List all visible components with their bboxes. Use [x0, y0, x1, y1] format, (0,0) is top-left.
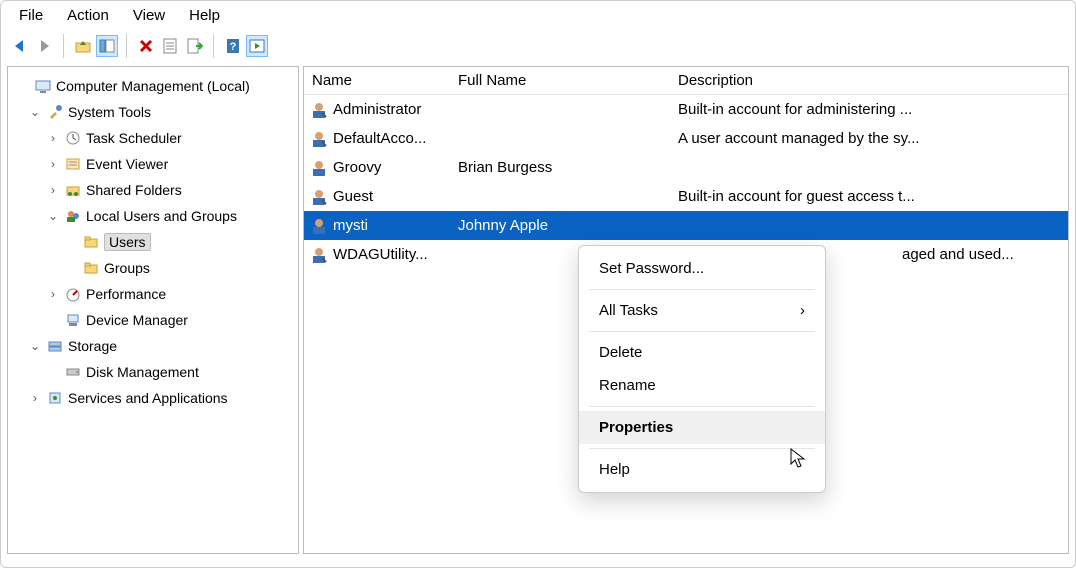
- computer-mgmt-icon: [34, 77, 52, 95]
- ctx-delete[interactable]: Delete: [579, 336, 825, 369]
- tree-device-manager[interactable]: Device Manager: [12, 307, 294, 333]
- perf-icon: [64, 285, 82, 303]
- user-row[interactable]: Administrator Built-in account for admin…: [304, 95, 1068, 124]
- tools-icon: [46, 103, 64, 121]
- tree-performance[interactable]: › Performance: [12, 281, 294, 307]
- event-icon: [64, 155, 82, 173]
- user-icon: [308, 99, 330, 121]
- shared-folder-icon: [64, 181, 82, 199]
- ctx-help[interactable]: Help: [579, 453, 825, 486]
- ctx-separator: [589, 331, 815, 332]
- disk-icon: [64, 363, 82, 381]
- tree-services-apps[interactable]: › Services and Applications: [12, 385, 294, 411]
- tree-root-label: Computer Management (Local): [56, 78, 250, 94]
- ctx-set-password[interactable]: Set Password...: [579, 252, 825, 285]
- user-icon: [308, 244, 330, 266]
- user-icon: [308, 128, 330, 150]
- svg-text:?: ?: [230, 41, 237, 53]
- ctx-separator: [589, 289, 815, 290]
- tree-users[interactable]: Users: [12, 229, 294, 255]
- toolbar: ?: [1, 30, 1075, 62]
- user-row[interactable]: Groovy Brian Burgess: [304, 153, 1068, 182]
- clock-icon: [64, 129, 82, 147]
- storage-icon: [46, 337, 64, 355]
- chevron-right-icon[interactable]: ›: [46, 183, 60, 197]
- chevron-right-icon[interactable]: ›: [46, 131, 60, 145]
- col-fullname[interactable]: Full Name: [450, 72, 670, 89]
- column-headers: Name Full Name Description: [304, 67, 1068, 95]
- action-pane-icon[interactable]: [246, 35, 268, 57]
- chevron-right-icon[interactable]: ›: [46, 287, 60, 301]
- tree-shared-folders[interactable]: › Shared Folders: [12, 177, 294, 203]
- col-name[interactable]: Name: [304, 72, 450, 89]
- user-icon: [308, 186, 330, 208]
- help-icon[interactable]: ?: [222, 35, 244, 57]
- chevron-right-icon: ›: [800, 302, 805, 319]
- menubar: File Action View Help: [1, 1, 1075, 30]
- chevron-down-icon[interactable]: ⌄: [28, 105, 42, 119]
- chevron-down-icon[interactable]: ⌄: [46, 209, 60, 223]
- forward-icon[interactable]: [33, 35, 55, 57]
- tree-event-viewer[interactable]: › Event Viewer: [12, 151, 294, 177]
- menu-action[interactable]: Action: [67, 7, 109, 24]
- properties-sheet-icon[interactable]: [159, 35, 181, 57]
- user-row[interactable]: Guest Built-in account for guest access …: [304, 182, 1068, 211]
- user-row-selected[interactable]: mysti Johnny Apple: [304, 211, 1068, 240]
- delete-icon[interactable]: [135, 35, 157, 57]
- chevron-right-icon[interactable]: ›: [28, 391, 42, 405]
- menu-view[interactable]: View: [133, 7, 165, 24]
- chevron-down-icon[interactable]: ⌄: [28, 339, 42, 353]
- ctx-all-tasks[interactable]: All Tasks›: [579, 294, 825, 327]
- tree-storage[interactable]: ⌄ Storage: [12, 333, 294, 359]
- ctx-separator: [589, 406, 815, 407]
- user-row[interactable]: DefaultAcco... A user account managed by…: [304, 124, 1068, 153]
- ctx-properties[interactable]: Properties: [579, 411, 825, 444]
- ctx-separator: [589, 448, 815, 449]
- tree-root[interactable]: Computer Management (Local): [12, 73, 294, 99]
- tree-system-tools[interactable]: ⌄ System Tools: [12, 99, 294, 125]
- tree-local-users-groups[interactable]: ⌄ Local Users and Groups: [12, 203, 294, 229]
- back-icon[interactable]: [9, 35, 31, 57]
- menu-file[interactable]: File: [19, 7, 43, 24]
- context-menu: Set Password... All Tasks› Delete Rename…: [578, 245, 826, 493]
- nav-tree[interactable]: Computer Management (Local) ⌄ System Too…: [7, 66, 299, 554]
- folder-icon: [82, 233, 100, 251]
- col-description[interactable]: Description: [670, 72, 1068, 89]
- folder-up-icon[interactable]: [72, 35, 94, 57]
- menu-help[interactable]: Help: [189, 7, 220, 24]
- ctx-rename[interactable]: Rename: [579, 369, 825, 402]
- users-groups-icon: [64, 207, 82, 225]
- user-icon: [308, 215, 330, 237]
- tree-groups[interactable]: Groups: [12, 255, 294, 281]
- export-list-icon[interactable]: [183, 35, 205, 57]
- folder-icon: [82, 259, 100, 277]
- tree-task-scheduler[interactable]: › Task Scheduler: [12, 125, 294, 151]
- user-icon: [308, 157, 330, 179]
- chevron-right-icon[interactable]: ›: [46, 157, 60, 171]
- device-icon: [64, 311, 82, 329]
- main-panes: Computer Management (Local) ⌄ System Too…: [1, 62, 1075, 558]
- tree-disk-management[interactable]: Disk Management: [12, 359, 294, 385]
- services-icon: [46, 389, 64, 407]
- show-hide-tree-icon[interactable]: [96, 35, 118, 57]
